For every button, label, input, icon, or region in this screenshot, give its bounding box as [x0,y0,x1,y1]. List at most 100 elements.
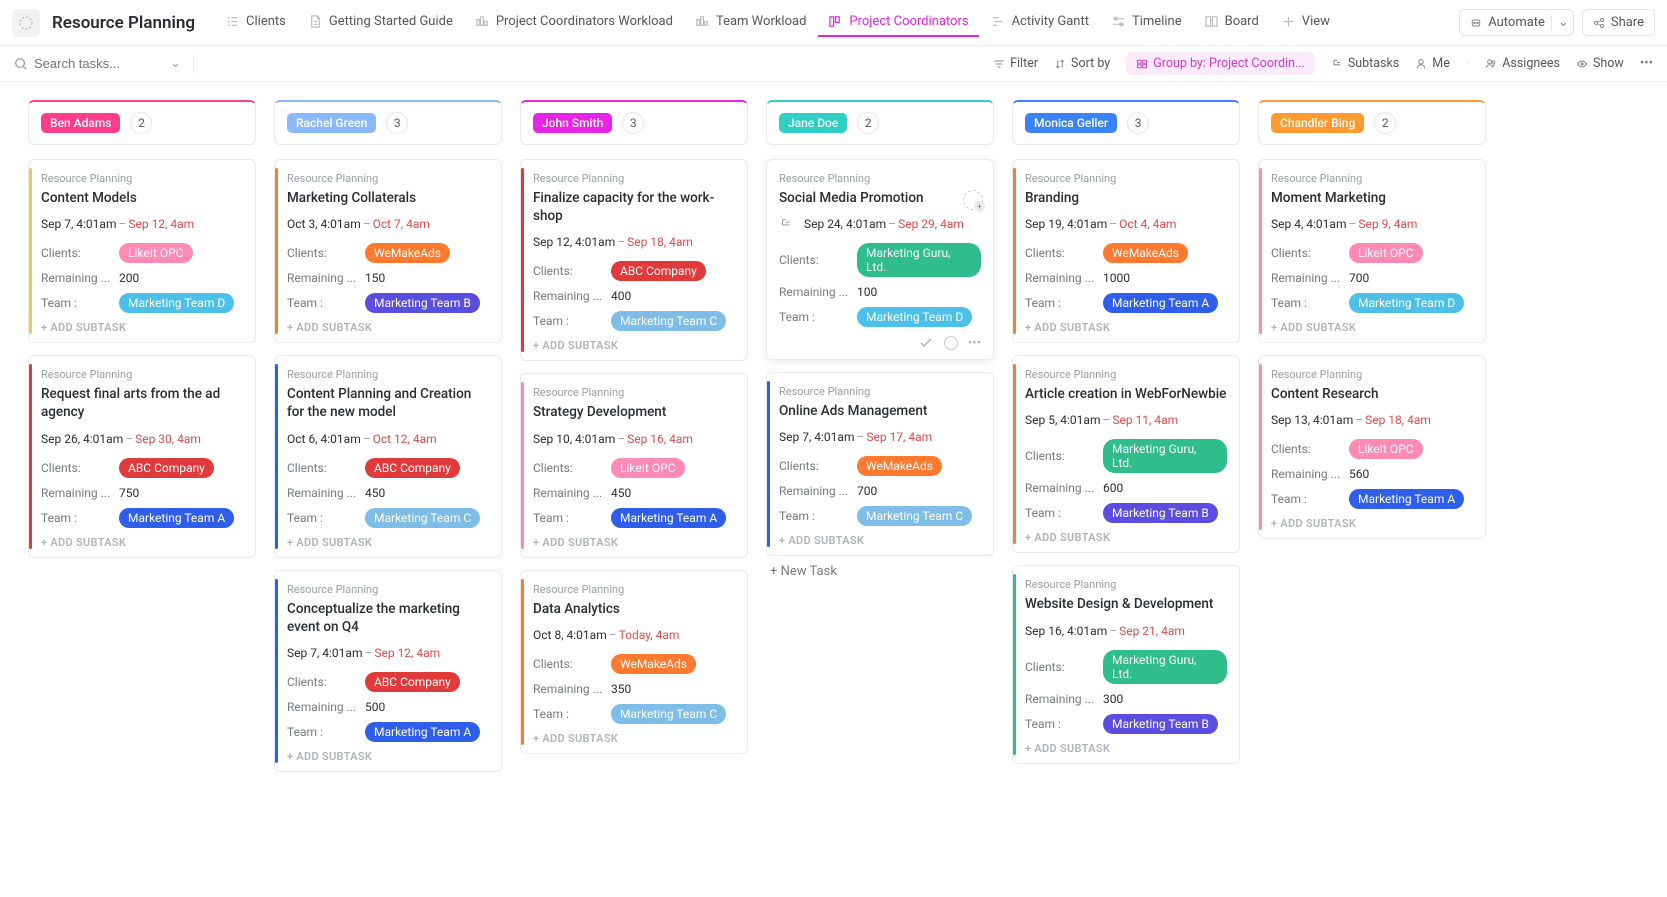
column-header[interactable]: John Smith 3 [520,100,748,145]
status-circle-icon[interactable] [944,336,958,350]
assignee-add-icon[interactable]: + [963,190,983,210]
team-tag[interactable]: Marketing Team B [1103,503,1218,523]
subtasks-button[interactable]: Subtasks [1331,56,1399,71]
card-dates: Sep 24, 4:01am–Sep 29, 4am [779,217,981,231]
date-start: Oct 3, 4:01am [287,217,361,231]
filter-button[interactable]: Filter [993,56,1038,71]
client-tag[interactable]: ABC Company [365,672,460,692]
client-tag[interactable]: LikeIt OPC [1349,243,1423,263]
task-card[interactable]: Resource Planning Finalize capacity for … [520,159,748,361]
task-card[interactable]: Resource Planning Content Research Sep 1… [1258,355,1486,539]
task-card[interactable]: Resource Planning Branding Sep 19, 4:01a… [1012,159,1240,343]
show-button[interactable]: Show [1576,56,1624,71]
client-tag[interactable]: Marketing Guru, Ltd. [1103,650,1227,684]
view-tab-timeline[interactable]: Timeline [1101,8,1192,37]
assignees-button[interactable]: Assignees [1485,56,1560,71]
client-tag[interactable]: ABC Company [611,261,706,281]
add-subtask-button[interactable]: + ADD SUBTASK [779,534,981,547]
column-header[interactable]: Ben Adams 2 [28,100,256,145]
task-card[interactable]: Resource Planning Marketing Collaterals … [274,159,502,343]
team-tag[interactable]: Marketing Team C [857,506,972,526]
app-icon[interactable] [12,9,40,37]
column-header[interactable]: Jane Doe 2 [766,100,994,145]
client-tag[interactable]: ABC Company [119,458,214,478]
team-tag[interactable]: Marketing Team D [857,307,972,327]
view-tab-team-workload[interactable]: Team Workload [685,8,816,37]
card-title: Social Media Promotion [779,189,981,207]
add-subtask-button[interactable]: + ADD SUBTASK [533,732,735,745]
view-tab-view[interactable]: View [1271,8,1340,37]
more-icon[interactable]: ••• [968,336,981,351]
task-card[interactable]: Resource Planning Moment Marketing Sep 4… [1258,159,1486,343]
add-subtask-button[interactable]: + ADD SUBTASK [1271,517,1473,530]
client-tag[interactable]: ABC Company [365,458,460,478]
search-input[interactable] [34,56,164,71]
team-tag[interactable]: Marketing Team A [365,722,480,742]
client-tag[interactable]: WeMakeAds [365,243,450,263]
page-title: Resource Planning [52,13,195,33]
add-subtask-button[interactable]: + ADD SUBTASK [287,536,489,549]
team-tag[interactable]: Marketing Team C [611,704,726,724]
field-label: Remaining ... [287,700,365,714]
task-card[interactable]: Resource Planning Content Models Sep 7, … [28,159,256,343]
column-header[interactable]: Chandler Bing 2 [1258,100,1486,145]
date-start: Oct 8, 4:01am [533,628,607,642]
add-subtask-button[interactable]: + ADD SUBTASK [1025,742,1227,755]
column-count: 3 [1127,112,1149,134]
client-tag[interactable]: LikeIt OPC [611,458,685,478]
task-card[interactable]: Resource Planning Online Ads Management … [766,372,994,556]
add-subtask-button[interactable]: + ADD SUBTASK [1025,531,1227,544]
check-icon[interactable] [918,335,934,351]
client-tag[interactable]: Marketing Guru, Ltd. [857,243,981,277]
add-subtask-button[interactable]: + ADD SUBTASK [41,321,243,334]
add-subtask-button[interactable]: + ADD SUBTASK [533,536,735,549]
column-header[interactable]: Monica Geller 3 [1012,100,1240,145]
task-card[interactable]: Resource Planning Conceptualize the mark… [274,570,502,772]
client-tag[interactable]: LikeIt OPC [1349,439,1423,459]
team-tag[interactable]: Marketing Team D [119,293,234,313]
automate-button[interactable]: Automate ⌄ [1459,9,1574,36]
team-tag[interactable]: Marketing Team A [1103,293,1218,313]
team-tag[interactable]: Marketing Team B [365,293,480,313]
team-tag[interactable]: Marketing Team A [1349,489,1464,509]
group-by-button[interactable]: Group by: Project Coordin... [1126,52,1315,75]
add-subtask-button[interactable]: + ADD SUBTASK [287,750,489,763]
team-tag[interactable]: Marketing Team A [119,508,234,528]
add-subtask-button[interactable]: + ADD SUBTASK [1025,321,1227,334]
task-card[interactable]: + Resource Planning Social Media Promoti… [766,159,994,360]
team-tag[interactable]: Marketing Team D [1349,293,1464,313]
client-tag[interactable]: WeMakeAds [1103,243,1188,263]
sort-button[interactable]: Sort by [1054,56,1110,71]
view-tab-project-coordinators[interactable]: Project Coordinators [818,8,978,37]
view-tab-clients[interactable]: Clients [215,8,296,37]
column-header[interactable]: Rachel Green 3 [274,100,502,145]
task-card[interactable]: Resource Planning Request final arts fro… [28,355,256,557]
add-subtask-button[interactable]: + ADD SUBTASK [41,536,243,549]
task-card[interactable]: Resource Planning Content Planning and C… [274,355,502,557]
client-tag[interactable]: WeMakeAds [611,654,696,674]
client-tag[interactable]: LikeIt OPC [119,243,193,263]
add-subtask-button[interactable]: + ADD SUBTASK [533,339,735,352]
task-card[interactable]: Resource Planning Website Design & Devel… [1012,565,1240,763]
chevron-down-icon[interactable]: ⌄ [170,56,181,71]
task-card[interactable]: Resource Planning Data Analytics Oct 8, … [520,570,748,754]
team-tag[interactable]: Marketing Team B [1103,714,1218,734]
more-icon[interactable]: ••• [1640,56,1653,71]
new-task-button[interactable]: + New Task [766,556,994,587]
view-tab-getting-started-guide[interactable]: Getting Started Guide [298,8,463,37]
field-label: Remaining ... [41,271,119,285]
view-tab-activity-gantt[interactable]: Activity Gantt [981,8,1099,37]
task-card[interactable]: Resource Planning Article creation in We… [1012,355,1240,553]
me-button[interactable]: Me [1415,56,1450,71]
client-tag[interactable]: WeMakeAds [857,456,942,476]
add-subtask-button[interactable]: + ADD SUBTASK [287,321,489,334]
team-tag[interactable]: Marketing Team A [611,508,726,528]
add-subtask-button[interactable]: + ADD SUBTASK [1271,321,1473,334]
view-tab-board[interactable]: Board [1194,8,1269,37]
task-card[interactable]: Resource Planning Strategy Development S… [520,373,748,557]
view-tab-project-coordinators-workload[interactable]: Project Coordinators Workload [465,8,683,37]
client-tag[interactable]: Marketing Guru, Ltd. [1103,439,1227,473]
team-tag[interactable]: Marketing Team C [611,311,726,331]
team-tag[interactable]: Marketing Team C [365,508,480,528]
share-button[interactable]: Share [1582,9,1655,36]
